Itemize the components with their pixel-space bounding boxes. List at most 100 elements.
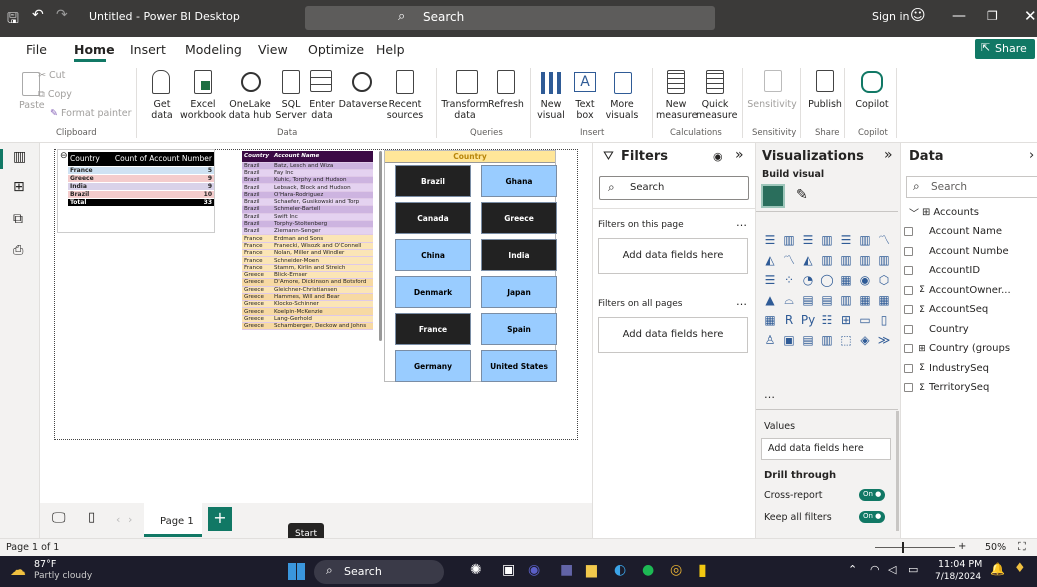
decomposition-icon[interactable]: ⊞ (838, 313, 854, 327)
volume-icon[interactable]: ◁ (888, 563, 896, 576)
field-checkbox[interactable] (904, 227, 913, 237)
minimize-icon[interactable]: — (952, 8, 966, 24)
pane-scrollbar[interactable] (896, 411, 899, 531)
azure-map-icon[interactable]: ▲ (762, 293, 778, 307)
notification-icon[interactable]: 🔔 (990, 562, 1005, 576)
chrome-icon[interactable]: ◎ (670, 562, 682, 578)
zoom-thumb[interactable] (902, 542, 904, 553)
slicer-item[interactable]: Brazil (395, 165, 471, 197)
table-header-country[interactable]: Country (242, 151, 272, 163)
r-visual-icon[interactable]: R (781, 313, 797, 327)
line-stacked-icon[interactable]: ▥ (876, 253, 892, 267)
zoom-in-icon[interactable]: + (958, 541, 966, 552)
slicer-item[interactable]: Canada (395, 202, 471, 234)
sign-in-link[interactable]: Sign in (872, 10, 910, 23)
app-icon-copilot[interactable]: ✺ (470, 562, 482, 578)
powerbi-icon[interactable]: ▮ (698, 560, 707, 579)
table-row[interactable]: France Schneider-Moen (242, 256, 373, 265)
recent-sources-button[interactable]: Recent sources (386, 99, 424, 121)
field-checkbox[interactable] (904, 305, 913, 315)
matrix-visual[interactable]: ⊖ Country Count of Account Number France 5… (57, 149, 215, 233)
field-checkbox[interactable] (904, 363, 913, 373)
more-visuals-icon[interactable]: … (764, 388, 775, 401)
restore-icon[interactable]: ❐ (987, 9, 998, 23)
line-column-icon[interactable]: ▥ (857, 253, 873, 267)
paginated-icon[interactable]: ▣ (781, 333, 797, 347)
table-row[interactable]: Brazil Torphy-Stoltenberg (242, 220, 373, 229)
table-row[interactable]: Brazil Fay Inc (242, 169, 373, 178)
slicer-item[interactable]: France (395, 313, 471, 345)
collapse-icon[interactable]: » (735, 147, 744, 163)
area-chart-icon[interactable]: ◭ (762, 253, 778, 267)
field-item[interactable]: Account Numbe (904, 242, 1037, 262)
back-icon[interactable]: ⊖ (60, 151, 68, 161)
field-item[interactable]: Σ AccountOwner... (904, 281, 1037, 301)
table-row[interactable]: Greece D'Amore, Dickinson and Botsford (242, 278, 373, 287)
cross-report-toggle[interactable]: On ● (859, 489, 885, 501)
battery-icon[interactable]: ▭ (908, 563, 918, 576)
file-explorer-icon[interactable]: ▆ (586, 562, 597, 578)
stacked-area-icon[interactable]: 〽 (781, 253, 797, 267)
field-checkbox[interactable] (904, 324, 913, 334)
next-page-icon[interactable]: › (128, 513, 132, 526)
table-header-account-name[interactable]: Account Name (272, 151, 373, 163)
enter-data-button[interactable]: Enter data (308, 99, 336, 121)
taskbar-search[interactable]: ⌕ Search (314, 560, 444, 584)
widget-icon[interactable]: ♦ (1014, 561, 1026, 576)
slicer-item[interactable]: China (395, 239, 471, 271)
power-apps-icon[interactable]: ▤ (800, 333, 816, 347)
matrix-header-count[interactable]: Count of Account Number (104, 152, 214, 167)
table-accounts[interactable]: ﹀ ⊞ Accounts (909, 203, 979, 223)
waterfall-icon[interactable]: ▥ (819, 253, 835, 267)
clustered-bar-icon[interactable]: ☰ (800, 233, 816, 247)
diamond-icon[interactable]: ◈ (857, 333, 873, 347)
slicer-item[interactable]: Greece (481, 202, 557, 234)
text-box-button[interactable]: Text box (572, 99, 598, 121)
dax-query-view-icon[interactable]: ⎙ (13, 243, 23, 258)
matrix-row[interactable]: India 9 (68, 182, 214, 191)
key-influencers-icon[interactable]: ☷ (819, 313, 835, 327)
format-visual-icon[interactable]: ✎ (796, 187, 808, 203)
funnel-icon[interactable]: ▥ (838, 253, 854, 267)
spotify-icon[interactable]: ● (642, 562, 654, 578)
more-visuals-button[interactable]: More visuals (600, 99, 644, 121)
table-row[interactable]: Greece Hammes, Will and Bear (242, 293, 373, 302)
sql-server-button[interactable]: SQL Server (274, 99, 308, 121)
stacked-bar-icon[interactable]: ☰ (762, 233, 778, 247)
bookmark-icon[interactable]: ⬚ (838, 333, 854, 347)
page-tab-1[interactable]: Page 1 (144, 503, 202, 537)
treemap-icon[interactable]: ◯ (819, 273, 835, 287)
table-row[interactable]: Brazil Swift Inc (242, 213, 373, 221)
filled-map-icon[interactable]: ◉ (857, 273, 873, 287)
windows-start-icon[interactable] (288, 563, 305, 580)
matrix-row[interactable]: France 5 (68, 166, 214, 175)
new-measure-button[interactable]: New measure (656, 99, 697, 121)
tab-optimize[interactable]: Optimize (308, 42, 364, 57)
card-icon[interactable]: ▤ (800, 293, 816, 307)
table-row[interactable]: France Franecki, Wisozk and O'Connell (242, 242, 373, 251)
format-painter-button[interactable]: ✎ Format painter (50, 108, 132, 119)
map-icon[interactable]: ▦ (838, 273, 854, 287)
line-chart-icon[interactable]: 〽 (876, 233, 892, 247)
values-well[interactable]: Add data fields here (761, 438, 891, 460)
dataverse-button[interactable]: Dataverse (338, 99, 388, 110)
transform-data-button[interactable]: Transform data (440, 99, 490, 121)
slicer-icon[interactable]: ▦ (857, 293, 873, 307)
slicer-item[interactable]: Spain (481, 313, 557, 345)
field-item[interactable]: Country (904, 320, 1037, 340)
matrix-row[interactable]: Brazil 10 (68, 190, 214, 199)
tab-view[interactable]: View (258, 42, 288, 57)
build-visual-icon[interactable] (761, 184, 785, 208)
more-options-icon[interactable]: … (736, 216, 747, 229)
table-row[interactable]: Brazil Schaefer, Gusikowski and Torp (242, 198, 373, 207)
copilot-button[interactable]: Copilot (850, 99, 894, 110)
search-input[interactable]: ⌕ Search (305, 6, 715, 30)
field-item[interactable]: Σ IndustrySeq (904, 359, 1037, 379)
save-icon[interactable]: 🖫 (7, 8, 19, 32)
clock-date[interactable]: 7/18/2024 (935, 572, 981, 582)
field-item[interactable]: ⊞ Country (groups (904, 339, 1037, 359)
zoom-slider[interactable] (875, 547, 955, 548)
field-checkbox[interactable] (904, 266, 913, 276)
table-row[interactable]: France Erdman and Sons (242, 234, 373, 243)
edge-icon[interactable]: ◐ (614, 562, 626, 578)
